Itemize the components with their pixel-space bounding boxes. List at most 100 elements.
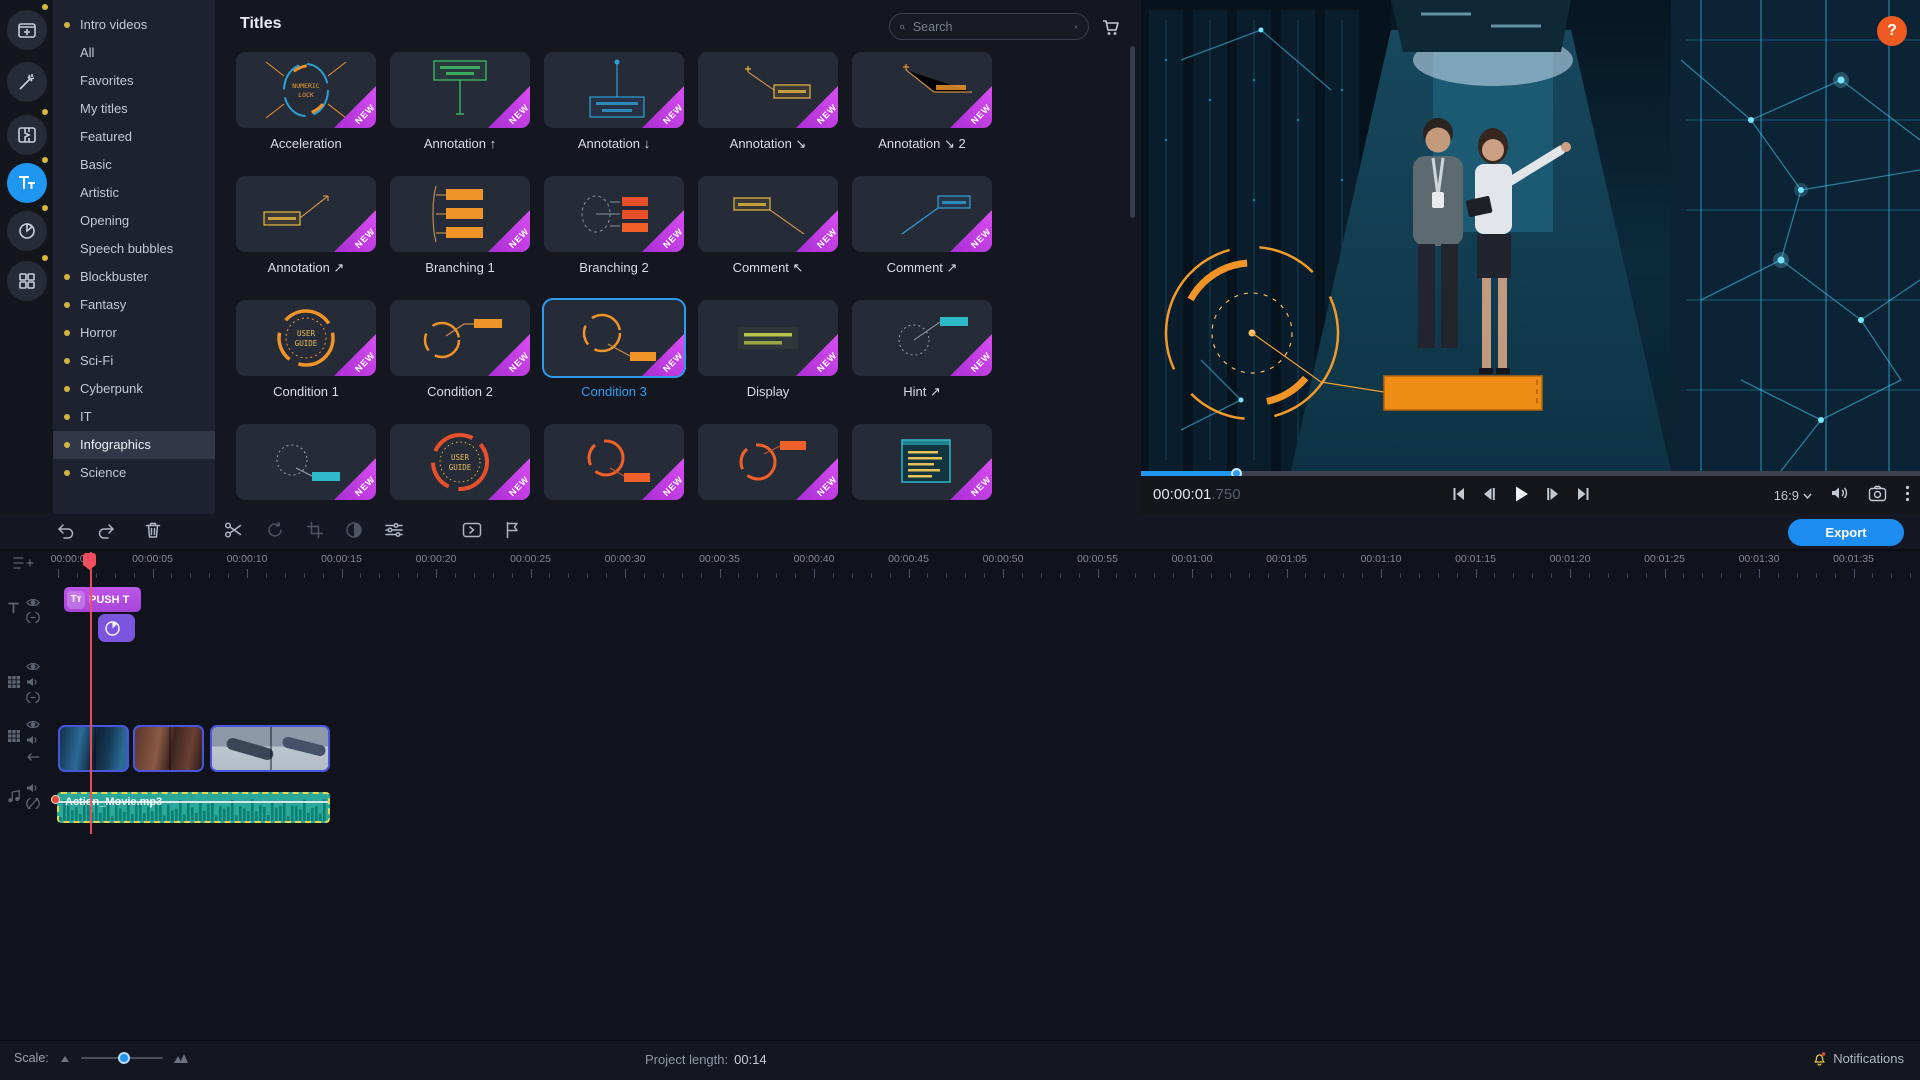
category-item-intro-videos[interactable]: Intro videos [53, 11, 215, 39]
title-track-link-toggle[interactable] [26, 611, 40, 629]
category-item-favorites[interactable]: Favorites [53, 67, 215, 95]
search-input[interactable] [913, 20, 1074, 34]
title-card-comment-nw[interactable]: NEW Comment ↖ [698, 176, 838, 276]
audio-clip[interactable]: Action_Movie.mp3 [57, 792, 330, 823]
skip-to-end-button[interactable] [1575, 486, 1591, 502]
title-card-row4-4[interactable]: NEW [698, 424, 838, 514]
ruler-tick [701, 573, 702, 578]
category-item-infographics[interactable]: Infographics [53, 431, 215, 459]
ruler-tick [1740, 573, 1741, 578]
video-clip-1[interactable] [58, 725, 129, 772]
category-item-featured[interactable]: Featured [53, 123, 215, 151]
marker-button[interactable] [504, 521, 526, 543]
category-item-blockbuster[interactable]: Blockbuster [53, 263, 215, 291]
title-card-annotation-down[interactable]: NEW Annotation ↓ [544, 52, 684, 152]
overlay-track-link-toggle[interactable] [26, 691, 40, 709]
category-item-it[interactable]: IT [53, 403, 215, 431]
aspect-ratio-dropdown[interactable]: 16:9 [1774, 488, 1812, 503]
undo-button[interactable] [56, 521, 78, 543]
skip-to-start-button[interactable] [1451, 486, 1467, 502]
category-item-science[interactable]: Science [53, 459, 215, 487]
transitions-button[interactable] [7, 115, 47, 155]
title-card-annotation-se[interactable]: NEW Annotation ↘ [698, 52, 838, 152]
ruler-tick [1343, 573, 1344, 578]
audio-track-icon [7, 789, 21, 808]
audio-keyframe-dot[interactable] [51, 795, 60, 804]
category-item-cyberpunk[interactable]: Cyberpunk [53, 375, 215, 403]
add-track-button[interactable] [12, 554, 34, 577]
title-card-row4-3[interactable]: NEW [544, 424, 684, 514]
color-adjustments-button[interactable] [345, 521, 367, 543]
ruler-tick [776, 573, 777, 578]
title-card-annotation-se-2[interactable]: NEW Annotation ↘ 2 [852, 52, 992, 152]
redo-button[interactable] [96, 521, 118, 543]
delete-button[interactable] [144, 521, 166, 543]
volume-button[interactable] [1830, 484, 1850, 507]
stickers-button[interactable] [7, 211, 47, 251]
title-card-branching-2[interactable]: NEW Branching 2 [544, 176, 684, 276]
previous-frame-button[interactable] [1481, 486, 1497, 502]
title-card-display[interactable]: NEW Display [698, 300, 838, 400]
play-button[interactable] [1511, 484, 1531, 504]
category-item-fantasy[interactable]: Fantasy [53, 291, 215, 319]
title-card-row4-1[interactable]: NEW [236, 424, 376, 514]
title-card-row4-5[interactable]: NEW [852, 424, 992, 514]
ruler-tick [927, 573, 928, 578]
audio-track-unlink-toggle[interactable] [26, 797, 40, 815]
scene-detection-button[interactable] [462, 521, 484, 543]
title-card-hint-ne[interactable]: NEW Hint ↗ [852, 300, 992, 400]
store-cart-button[interactable] [1099, 15, 1123, 39]
crop-button[interactable] [306, 521, 328, 543]
ruler-label: 00:01:00 [1172, 553, 1213, 565]
title-card-annotation-ne[interactable]: NEW Annotation ↗ [236, 176, 376, 276]
clear-search-icon[interactable] [1074, 21, 1078, 33]
help-button[interactable]: ? [1877, 16, 1907, 46]
scale-slider-knob[interactable] [118, 1052, 130, 1064]
clip-properties-button[interactable] [384, 521, 406, 543]
category-item-opening[interactable]: Opening [53, 207, 215, 235]
more-tools-button[interactable] [7, 261, 47, 301]
category-item-my-titles[interactable]: My titles [53, 95, 215, 123]
category-item-artistic[interactable]: Artistic [53, 179, 215, 207]
ruler-tick [871, 573, 872, 578]
title-card-condition-3[interactable]: NEW Condition 3 [544, 300, 684, 400]
title-card-branching-1[interactable]: NEW Branching 1 [390, 176, 530, 276]
panel-scrollbar[interactable] [1130, 46, 1135, 218]
search-box[interactable] [889, 13, 1089, 40]
video-track-align-button[interactable] [26, 749, 40, 767]
title-card-comment-ne[interactable]: NEW Comment ↗ [852, 176, 992, 276]
zoom-out-icon[interactable] [59, 1053, 71, 1063]
filters-button[interactable] [7, 62, 47, 102]
title-card-condition-1[interactable]: USER GUIDE NEW Condition 1 [236, 300, 376, 400]
next-frame-button[interactable] [1545, 486, 1561, 502]
card-label: Annotation ↘ 2 [852, 136, 992, 152]
export-button[interactable]: Export [1788, 519, 1904, 546]
titles-button[interactable] [7, 163, 47, 203]
zoom-in-icon[interactable] [173, 1052, 189, 1064]
player-menu-button[interactable] [1905, 485, 1910, 507]
category-item-basic[interactable]: Basic [53, 151, 215, 179]
video-clip-3[interactable] [210, 725, 330, 772]
category-item-speech-bubbles[interactable]: Speech bubbles [53, 235, 215, 263]
video-clip-2[interactable] [133, 725, 204, 772]
category-item-sci-fi[interactable]: Sci-Fi [53, 347, 215, 375]
timeline-ruler[interactable]: 00:00:0000:00:0500:00:1000:00:1500:00:20… [0, 551, 1920, 579]
title-card-row4-2[interactable]: USER GUIDE NEW [390, 424, 530, 514]
import-button[interactable] [7, 10, 47, 50]
infographic-clip[interactable] [98, 614, 135, 642]
title-card-annotation-up[interactable]: NEW Annotation ↑ [390, 52, 530, 152]
title-card-acceleration[interactable]: NUMERIC LOCK NEW Acceleration [236, 52, 376, 152]
rotate-button[interactable] [266, 521, 288, 543]
category-item-all[interactable]: All [53, 39, 215, 67]
title-card-condition-2[interactable]: NEW Condition 2 [390, 300, 530, 400]
ruler-tick [890, 573, 891, 578]
split-button[interactable] [224, 521, 246, 543]
snapshot-button[interactable] [1868, 485, 1887, 507]
title-clip[interactable]: Tт PUSH T [64, 587, 141, 612]
svg-text:USER: USER [297, 329, 316, 338]
category-new-dot [64, 330, 70, 336]
card-label: Condition 3 [544, 384, 684, 400]
category-item-horror[interactable]: Horror [53, 319, 215, 347]
notifications-button[interactable]: Notifications [1812, 1051, 1904, 1066]
scale-slider[interactable] [81, 1057, 163, 1059]
